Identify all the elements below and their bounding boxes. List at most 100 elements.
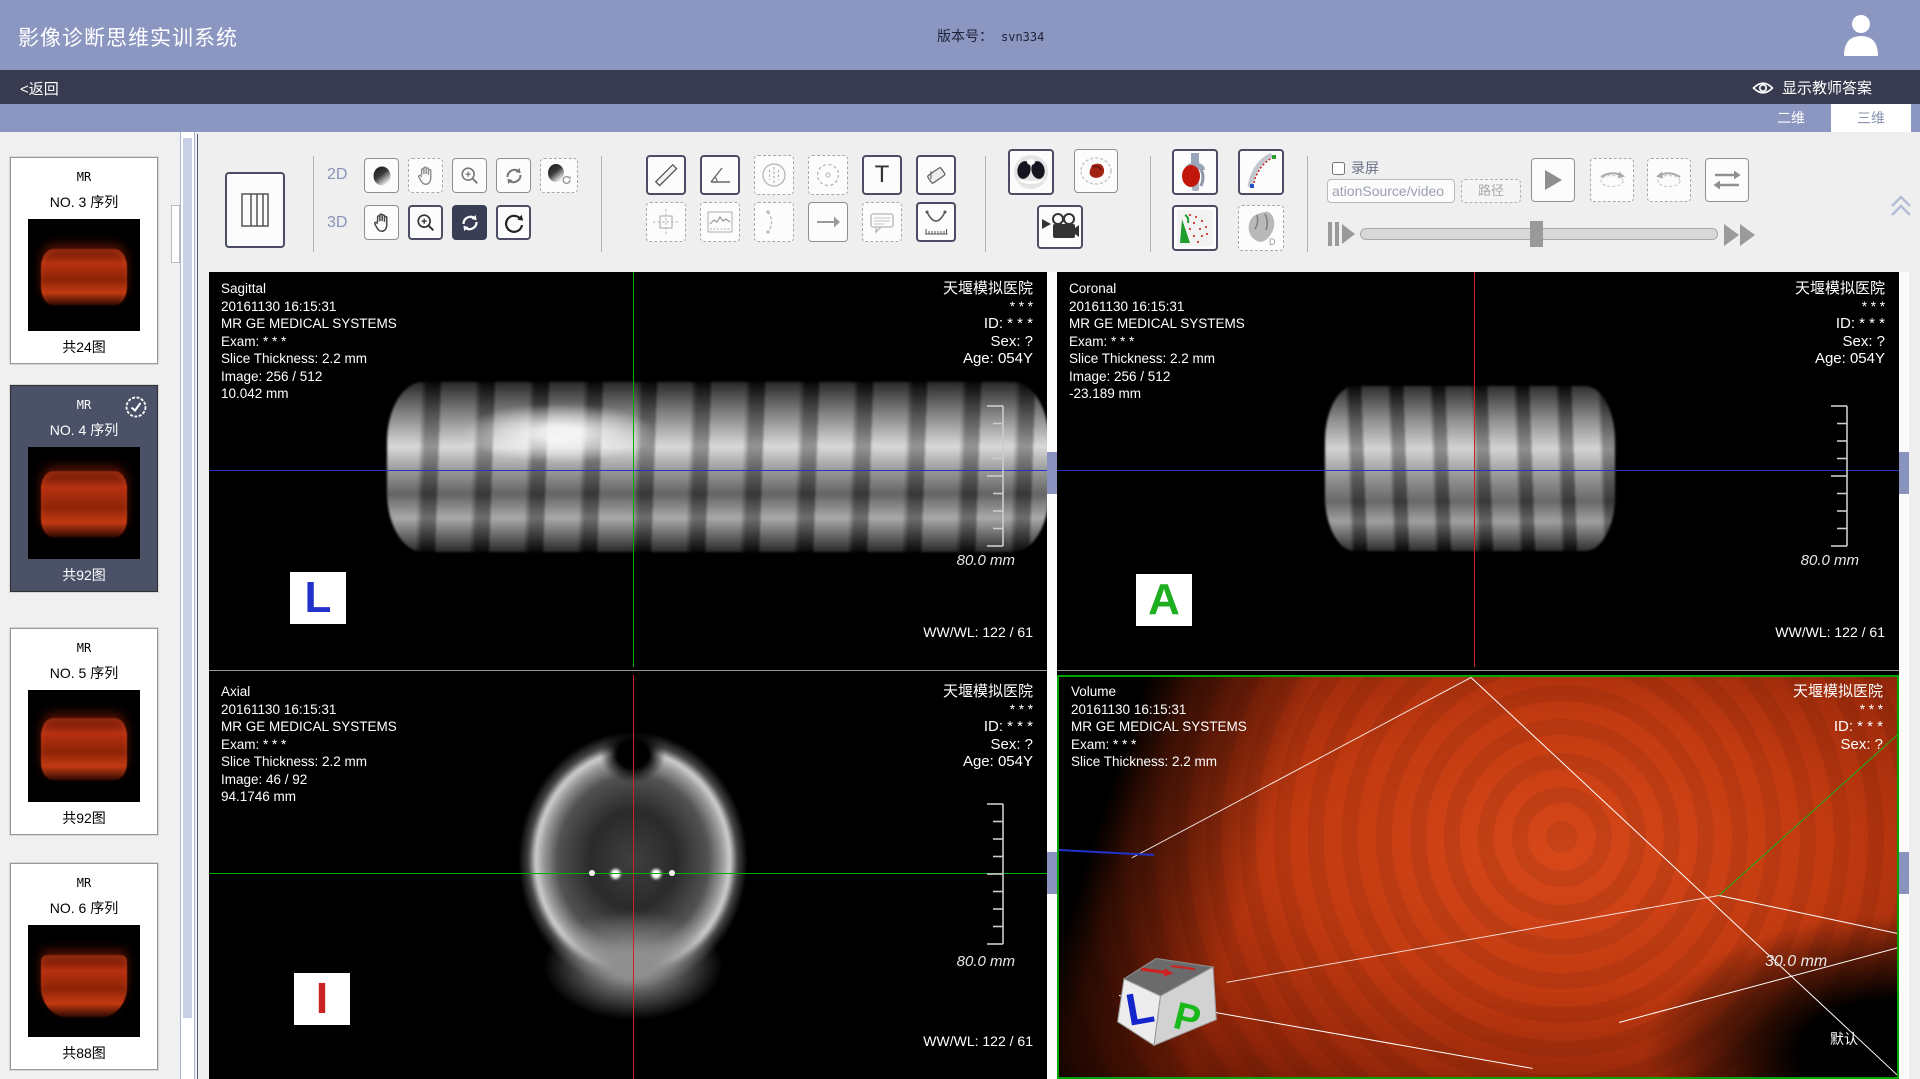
zoom-2d-button[interactable] (452, 158, 487, 193)
axial-overlay-left: Axial 20161130 16:15:31 MR GE MEDICAL SY… (221, 683, 397, 806)
ruler-tool-button[interactable] (646, 155, 686, 195)
window-level-reset-icon (545, 163, 573, 189)
sidebar-collapse-handle[interactable] (171, 205, 180, 263)
coronal-crosshair-horizontal[interactable] (1057, 470, 1899, 471)
viewport-axial[interactable]: Axial 20161130 16:15:31 MR GE MEDICAL SY… (209, 675, 1047, 1079)
curve-ruler-tool-button[interactable] (916, 202, 956, 242)
comment-tool-button[interactable] (862, 202, 902, 242)
slice-scrollbar-center[interactable] (1047, 272, 1057, 1079)
arrow-tool-button[interactable] (808, 202, 848, 242)
record-checkbox[interactable] (1332, 162, 1345, 175)
series-thumbnail-volume (41, 955, 127, 1017)
layout-button[interactable] (225, 172, 285, 248)
rotate-cw-loop-button[interactable] (1590, 158, 1634, 202)
arc-tool-button[interactable] (754, 202, 794, 242)
viewport-volume-selected[interactable]: L P Volume 20161130 16:15:31 MR GE MEDIC… (1057, 675, 1899, 1079)
svg-text:D: D (1269, 237, 1276, 247)
viewport-sagittal[interactable]: Sagittal 20161130 16:15:31 MR GE MEDICAL… (209, 272, 1047, 667)
window-info: WW/WL: 122 / 61 (1775, 624, 1885, 640)
record-group: 录屏 (1332, 158, 1379, 178)
slice-thickness: Slice Thickness: 2.2 mm (1069, 350, 1245, 368)
roi-circle-icon (760, 161, 788, 189)
toolbar-divider (1307, 156, 1308, 252)
window-level-sphere-icon (370, 164, 394, 188)
heart2-preset-button[interactable]: D (1238, 205, 1284, 251)
sidebar-scrollbar[interactable] (180, 132, 195, 1079)
roi-circle-tool-button[interactable] (754, 155, 794, 195)
knee-bone-icon (1177, 152, 1213, 192)
pan-2d-button[interactable] (408, 158, 443, 193)
path-button[interactable]: 路径 (1461, 179, 1521, 203)
series-card-6[interactable]: MR NO. 6 序列 共88图 (10, 863, 158, 1070)
series-modality: MR (11, 641, 157, 655)
study-datetime: 20161130 16:15:31 (1069, 298, 1245, 316)
comment-icon (868, 208, 896, 236)
export-video-button[interactable] (1037, 205, 1083, 249)
lung-preset-button[interactable] (1008, 149, 1054, 195)
patient-age: Age: 054Y (1795, 350, 1885, 368)
tab-3d[interactable]: 三维 (1831, 104, 1911, 132)
series-thumbnail-volume (41, 718, 127, 780)
playback-slider-thumb[interactable] (1530, 221, 1543, 247)
top-bar: 影像诊断思维实训系统 版本号：svn334 (0, 0, 1920, 70)
slice-thickness: Slice Thickness: 2.2 mm (1071, 753, 1247, 771)
rotate-2d-button[interactable] (496, 158, 531, 193)
step-play-icon[interactable] (1327, 220, 1357, 248)
scale-ruler (981, 405, 1007, 547)
orientation-letter-anterior: A (1136, 574, 1192, 626)
video-path-input[interactable] (1327, 179, 1455, 203)
series-card-5[interactable]: MR NO. 5 序列 共92图 (10, 628, 158, 835)
green-fan-icon (1176, 209, 1214, 247)
toolbar-collapse-chevron-icon[interactable] (1890, 194, 1912, 218)
play-button[interactable] (1531, 158, 1575, 202)
app-title: 影像诊断思维实训系统 (18, 22, 238, 52)
histogram-tool-button[interactable] (700, 202, 740, 242)
knee-preset-button[interactable] (1172, 149, 1218, 195)
series-card-4-selected[interactable]: MR NO. 4 序列 共92图 (10, 385, 158, 592)
volume-preset-label[interactable]: 默认 (1830, 1029, 1858, 1049)
slice-scrollbar-thumb[interactable] (1047, 452, 1057, 494)
axial-crosshair-vertical[interactable] (633, 675, 634, 1079)
heart-preset-button[interactable] (1074, 149, 1118, 193)
fast-forward-icon[interactable] (1723, 222, 1759, 248)
slice-scrollbar-thumb[interactable] (1899, 852, 1909, 894)
sagittal-crosshair-horizontal[interactable] (209, 470, 1047, 471)
slice-scrollbar-right[interactable] (1899, 272, 1909, 1079)
pan-3d-button[interactable] (364, 205, 399, 240)
rotate-ccw-loop-button[interactable] (1647, 158, 1691, 202)
hand-icon (371, 212, 393, 234)
coronal-image (1325, 386, 1615, 551)
eraser-tool-button[interactable] (916, 155, 956, 195)
record-label: 录屏 (1351, 158, 1379, 178)
viewport-coronal[interactable]: Coronal 20161130 16:15:31 MR GE MEDICAL … (1057, 272, 1899, 667)
scale-label: 80.0 mm (957, 953, 1015, 970)
rotate-3d-button-selected[interactable] (452, 205, 487, 240)
text-tool-button[interactable]: T (862, 155, 902, 195)
series-image-count: 共24图 (11, 337, 157, 357)
reset-rotation-3d-button[interactable] (496, 205, 531, 240)
angle-tool-button[interactable] (700, 155, 740, 195)
sidebar-scrollbar-thumb[interactable] (183, 138, 192, 1018)
slice-scrollbar-thumb[interactable] (1047, 852, 1057, 894)
swap-direction-button[interactable] (1705, 158, 1749, 202)
viewport-title: Axial (221, 683, 397, 701)
dashed-circle-tool-button[interactable] (808, 155, 848, 195)
window-level-reset-button[interactable] (540, 158, 578, 193)
viewport-title: Coronal (1069, 280, 1245, 298)
user-icon[interactable] (1840, 12, 1882, 56)
orientation-cube[interactable]: L P (1109, 937, 1227, 1055)
series-card-3[interactable]: MR NO. 3 序列 共24图 (10, 157, 158, 364)
spine-preset-button[interactable] (1238, 149, 1284, 195)
tab-2d[interactable]: 二维 (1751, 104, 1831, 132)
dashed-circle-icon (814, 161, 842, 189)
show-teacher-answer-button[interactable]: 显示教师答案 (1752, 77, 1872, 98)
viewport-title: Volume (1071, 683, 1247, 701)
crosshair-tool-button[interactable] (646, 202, 686, 242)
zoom-3d-button[interactable] (408, 205, 443, 240)
back-button[interactable]: <返回 (20, 78, 59, 99)
axial-crosshair-horizontal[interactable] (209, 873, 1047, 874)
study-datetime: 20161130 16:15:31 (221, 701, 397, 719)
fan-preset-button[interactable] (1172, 205, 1218, 251)
slice-scrollbar-thumb[interactable] (1899, 452, 1909, 494)
window-level-button[interactable] (364, 158, 399, 193)
